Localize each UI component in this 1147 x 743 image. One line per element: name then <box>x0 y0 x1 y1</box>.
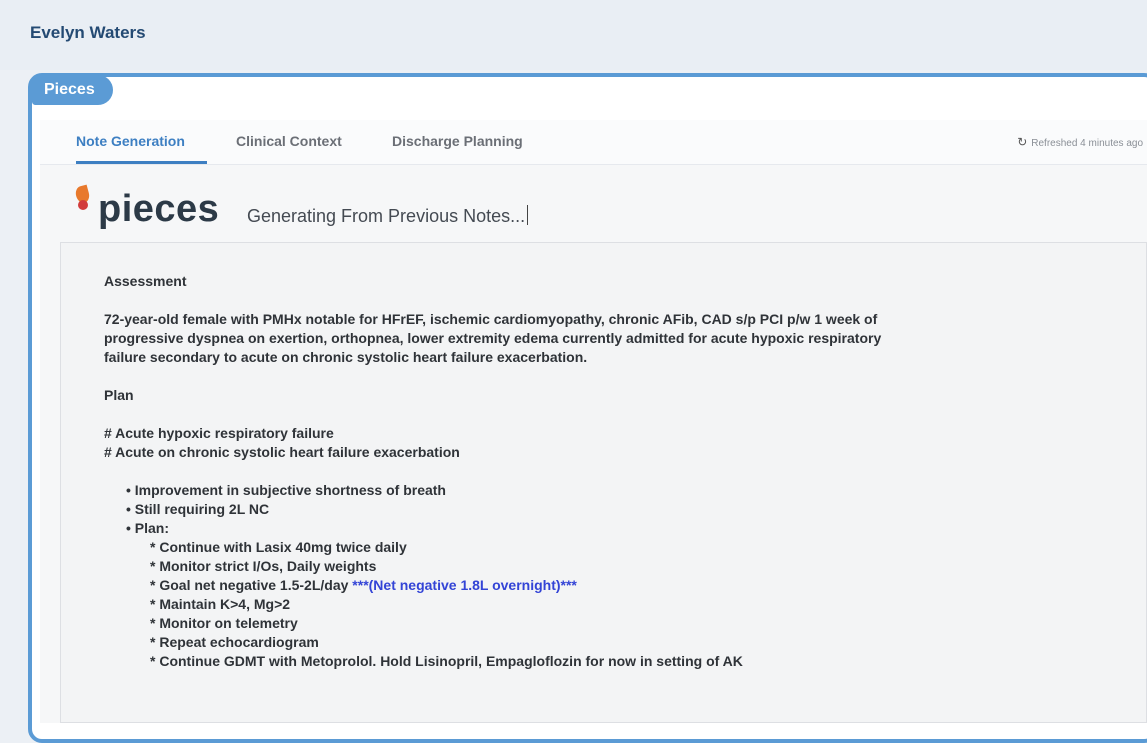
tab-clinical-context[interactable]: Clinical Context <box>236 133 342 149</box>
assessment-line: 72-year-old female with PMHx notable for… <box>104 311 878 327</box>
assessment-heading: Assessment <box>104 273 187 289</box>
refresh-status[interactable]: ↻ Refreshed 4 minutes ago <box>1017 135 1143 149</box>
generation-status-text: Generating From Previous Notes... <box>247 206 526 226</box>
plan-item-text: * Goal net negative 1.5-2L/day <box>150 577 349 593</box>
tab-bar: Note Generation Clinical Context Dischar… <box>40 120 1147 165</box>
tab-note-generation[interactable]: Note Generation <box>76 133 185 149</box>
plan-item: * Maintain K>4, Mg>2 <box>150 596 291 612</box>
refresh-icon[interactable]: ↻ <box>1017 135 1027 149</box>
assessment-line: progressive dyspnea on exertion, orthopn… <box>104 330 882 346</box>
plan-item-with-highlight: * Goal net negative 1.5-2L/day ***(Net n… <box>104 576 1134 595</box>
plan-item: * Monitor strict I/Os, Daily weights <box>150 558 377 574</box>
plan-item: * Monitor on telemetry <box>150 615 298 631</box>
plan-item: * Continue with Lasix 40mg twice daily <box>150 539 407 555</box>
bullet-item: • Plan: <box>126 520 170 536</box>
problem-item: # Acute on chronic systolic heart failur… <box>104 444 460 460</box>
patient-name: Evelyn Waters <box>30 23 146 42</box>
bullet-item: • Improvement in subjective shortness of… <box>126 482 446 498</box>
generated-note[interactable]: Assessment 72-year-old female with PMHx … <box>104 272 1134 671</box>
pieces-panel-tab[interactable]: Pieces <box>32 75 113 105</box>
problem-item: # Acute hypoxic respiratory failure <box>104 425 334 441</box>
assessment-line: failure secondary to acute on chronic sy… <box>104 349 588 365</box>
active-tab-indicator <box>76 161 207 164</box>
top-bar: Evelyn Waters <box>0 0 1147 70</box>
plan-item: * Continue GDMT with Metoprolol. Hold Li… <box>150 653 743 669</box>
bullet-item: • Still requiring 2L NC <box>126 501 270 517</box>
text-cursor <box>527 205 529 225</box>
plan-heading: Plan <box>104 387 134 403</box>
refresh-text: Refreshed 4 minutes ago <box>1031 138 1143 149</box>
net-negative-highlight: ***(Net negative 1.8L overnight)*** <box>352 577 577 593</box>
pieces-logo-dot <box>78 200 88 210</box>
pieces-logo-text: pieces <box>98 188 220 230</box>
generation-status: Generating From Previous Notes... <box>247 205 529 227</box>
tab-discharge-planning[interactable]: Discharge Planning <box>392 133 523 149</box>
plan-item: * Repeat echocardiogram <box>150 634 319 650</box>
